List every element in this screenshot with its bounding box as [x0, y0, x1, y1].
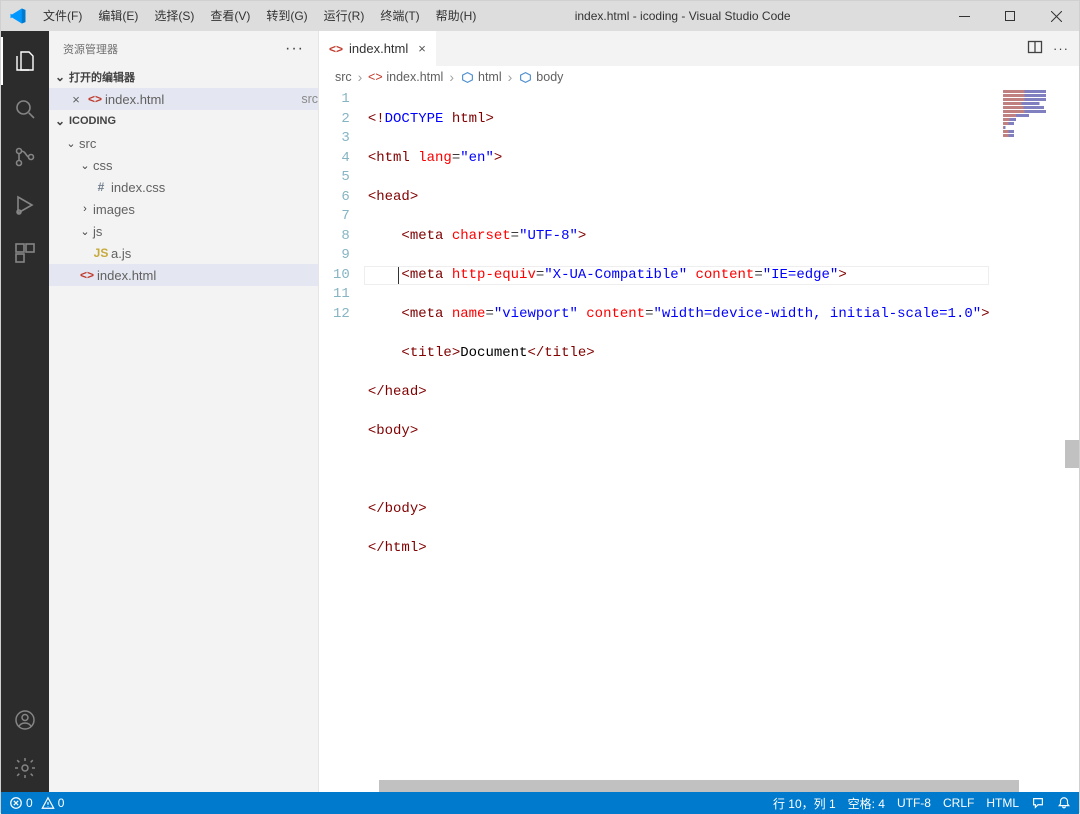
js-file-icon: JS — [91, 246, 111, 260]
menu-go[interactable]: 转到(G) — [258, 1, 315, 31]
breadcrumb-html[interactable]: html — [478, 70, 502, 84]
explorer-activity[interactable] — [1, 37, 49, 85]
breadcrumb-folder[interactable]: src — [335, 70, 352, 84]
close-tab-icon[interactable]: × — [414, 41, 426, 56]
sidebar-more-icon[interactable]: ··· — [285, 40, 304, 58]
open-editor-desc: src — [297, 92, 318, 106]
folder-label: css — [93, 158, 318, 173]
sidebar-title: 资源管理器 — [63, 41, 118, 57]
vertical-scrollbar[interactable] — [1065, 128, 1079, 780]
menu-terminal[interactable]: 终端(T) — [372, 1, 427, 31]
tab-label: index.html — [349, 41, 408, 56]
folder-images[interactable]: › images — [49, 198, 318, 220]
explorer-sidebar: 资源管理器 ··· ⌄ 打开的编辑器 × <> index.html src ⌄… — [49, 31, 319, 792]
window-title: index.html - icoding - Visual Studio Cod… — [484, 9, 941, 23]
project-section[interactable]: ⌄ ICODING — [49, 110, 318, 132]
html-file-icon: <> — [368, 70, 382, 84]
breadcrumb-body[interactable]: body — [536, 70, 563, 84]
line-gutter: 1 2 3 4 5 6 7 8 9 10 11 12 — [319, 88, 368, 780]
close-editor-icon[interactable]: × — [67, 92, 85, 107]
folder-src[interactable]: ⌄ src — [49, 132, 318, 154]
file-ajs[interactable]: JS a.js — [49, 242, 318, 264]
open-editors-label: 打开的编辑器 — [69, 69, 135, 85]
menu-selection[interactable]: 选择(S) — [146, 1, 202, 31]
status-errors[interactable]: 0 — [9, 796, 33, 810]
account-activity[interactable] — [1, 696, 49, 744]
symbol-icon — [460, 70, 474, 84]
vscode-logo — [1, 7, 35, 25]
html-file-icon: <> — [77, 268, 97, 282]
menu-view[interactable]: 查看(V) — [202, 1, 258, 31]
maximize-button[interactable] — [987, 1, 1033, 31]
symbol-icon — [518, 70, 532, 84]
folder-label: src — [79, 136, 318, 151]
settings-activity[interactable] — [1, 744, 49, 792]
status-encoding[interactable]: UTF-8 — [897, 796, 931, 810]
status-bell-icon[interactable] — [1057, 796, 1071, 810]
folder-label: images — [93, 202, 318, 217]
menu-file[interactable]: 文件(F) — [35, 1, 90, 31]
folder-css[interactable]: ⌄ css — [49, 154, 318, 176]
editor-tab[interactable]: <> index.html × — [319, 31, 437, 66]
search-activity[interactable] — [1, 85, 49, 133]
editor-group: <> index.html × ··· src › <> index.html … — [319, 31, 1079, 792]
file-label: a.js — [111, 246, 318, 261]
file-indexcss[interactable]: # index.css — [49, 176, 318, 198]
status-lncol[interactable]: 行 10，列 1 — [773, 795, 836, 812]
tabs-bar: <> index.html × ··· — [319, 31, 1079, 66]
menu-edit[interactable]: 编辑(E) — [90, 1, 146, 31]
file-label: index.html — [97, 268, 318, 283]
open-editor-item[interactable]: × <> index.html src — [49, 88, 318, 110]
open-editors-section[interactable]: ⌄ 打开的编辑器 — [49, 66, 318, 88]
status-language[interactable]: HTML — [986, 796, 1019, 810]
code-content[interactable]: <!DOCTYPE html> <html lang="en"> <head> … — [368, 88, 999, 780]
menubar: 文件(F) 编辑(E) 选择(S) 查看(V) 转到(G) 运行(R) 终端(T… — [35, 1, 484, 31]
html-file-icon: <> — [85, 92, 105, 106]
status-warnings[interactable]: 0 — [41, 796, 65, 810]
close-window-button[interactable] — [1033, 1, 1079, 31]
menu-run[interactable]: 运行(R) — [316, 1, 373, 31]
run-activity[interactable] — [1, 181, 49, 229]
text-cursor — [398, 267, 399, 284]
menu-help[interactable]: 帮助(H) — [428, 1, 485, 31]
css-file-icon: # — [91, 180, 111, 194]
minimize-button[interactable] — [941, 1, 987, 31]
editor-area[interactable]: 1 2 3 4 5 6 7 8 9 10 11 12 <!DOCTYPE htm… — [319, 88, 1079, 780]
status-feedback-icon[interactable] — [1031, 796, 1045, 810]
open-editor-name: index.html — [105, 92, 297, 107]
more-actions-icon[interactable]: ··· — [1053, 41, 1069, 56]
folder-label: js — [93, 224, 318, 239]
activity-bar — [1, 31, 49, 792]
html-file-icon: <> — [329, 42, 343, 56]
split-editor-icon[interactable] — [1027, 39, 1043, 58]
breadcrumb-file[interactable]: index.html — [386, 70, 443, 84]
status-spaces[interactable]: 空格: 4 — [848, 795, 885, 812]
file-label: index.css — [111, 180, 318, 195]
status-bar: 0 0 行 10，列 1 空格: 4 UTF-8 CRLF HTML — [1, 792, 1079, 814]
extensions-activity[interactable] — [1, 229, 49, 277]
folder-js[interactable]: ⌄ js — [49, 220, 318, 242]
horizontal-scrollbar[interactable] — [319, 780, 1079, 792]
title-bar: 文件(F) 编辑(E) 选择(S) 查看(V) 转到(G) 运行(R) 终端(T… — [1, 1, 1079, 31]
breadcrumbs[interactable]: src › <> index.html › html › body — [319, 66, 1079, 88]
scm-activity[interactable] — [1, 133, 49, 181]
status-eol[interactable]: CRLF — [943, 796, 974, 810]
project-section-label: ICODING — [69, 115, 116, 127]
file-indexhtml[interactable]: <> index.html — [49, 264, 318, 286]
